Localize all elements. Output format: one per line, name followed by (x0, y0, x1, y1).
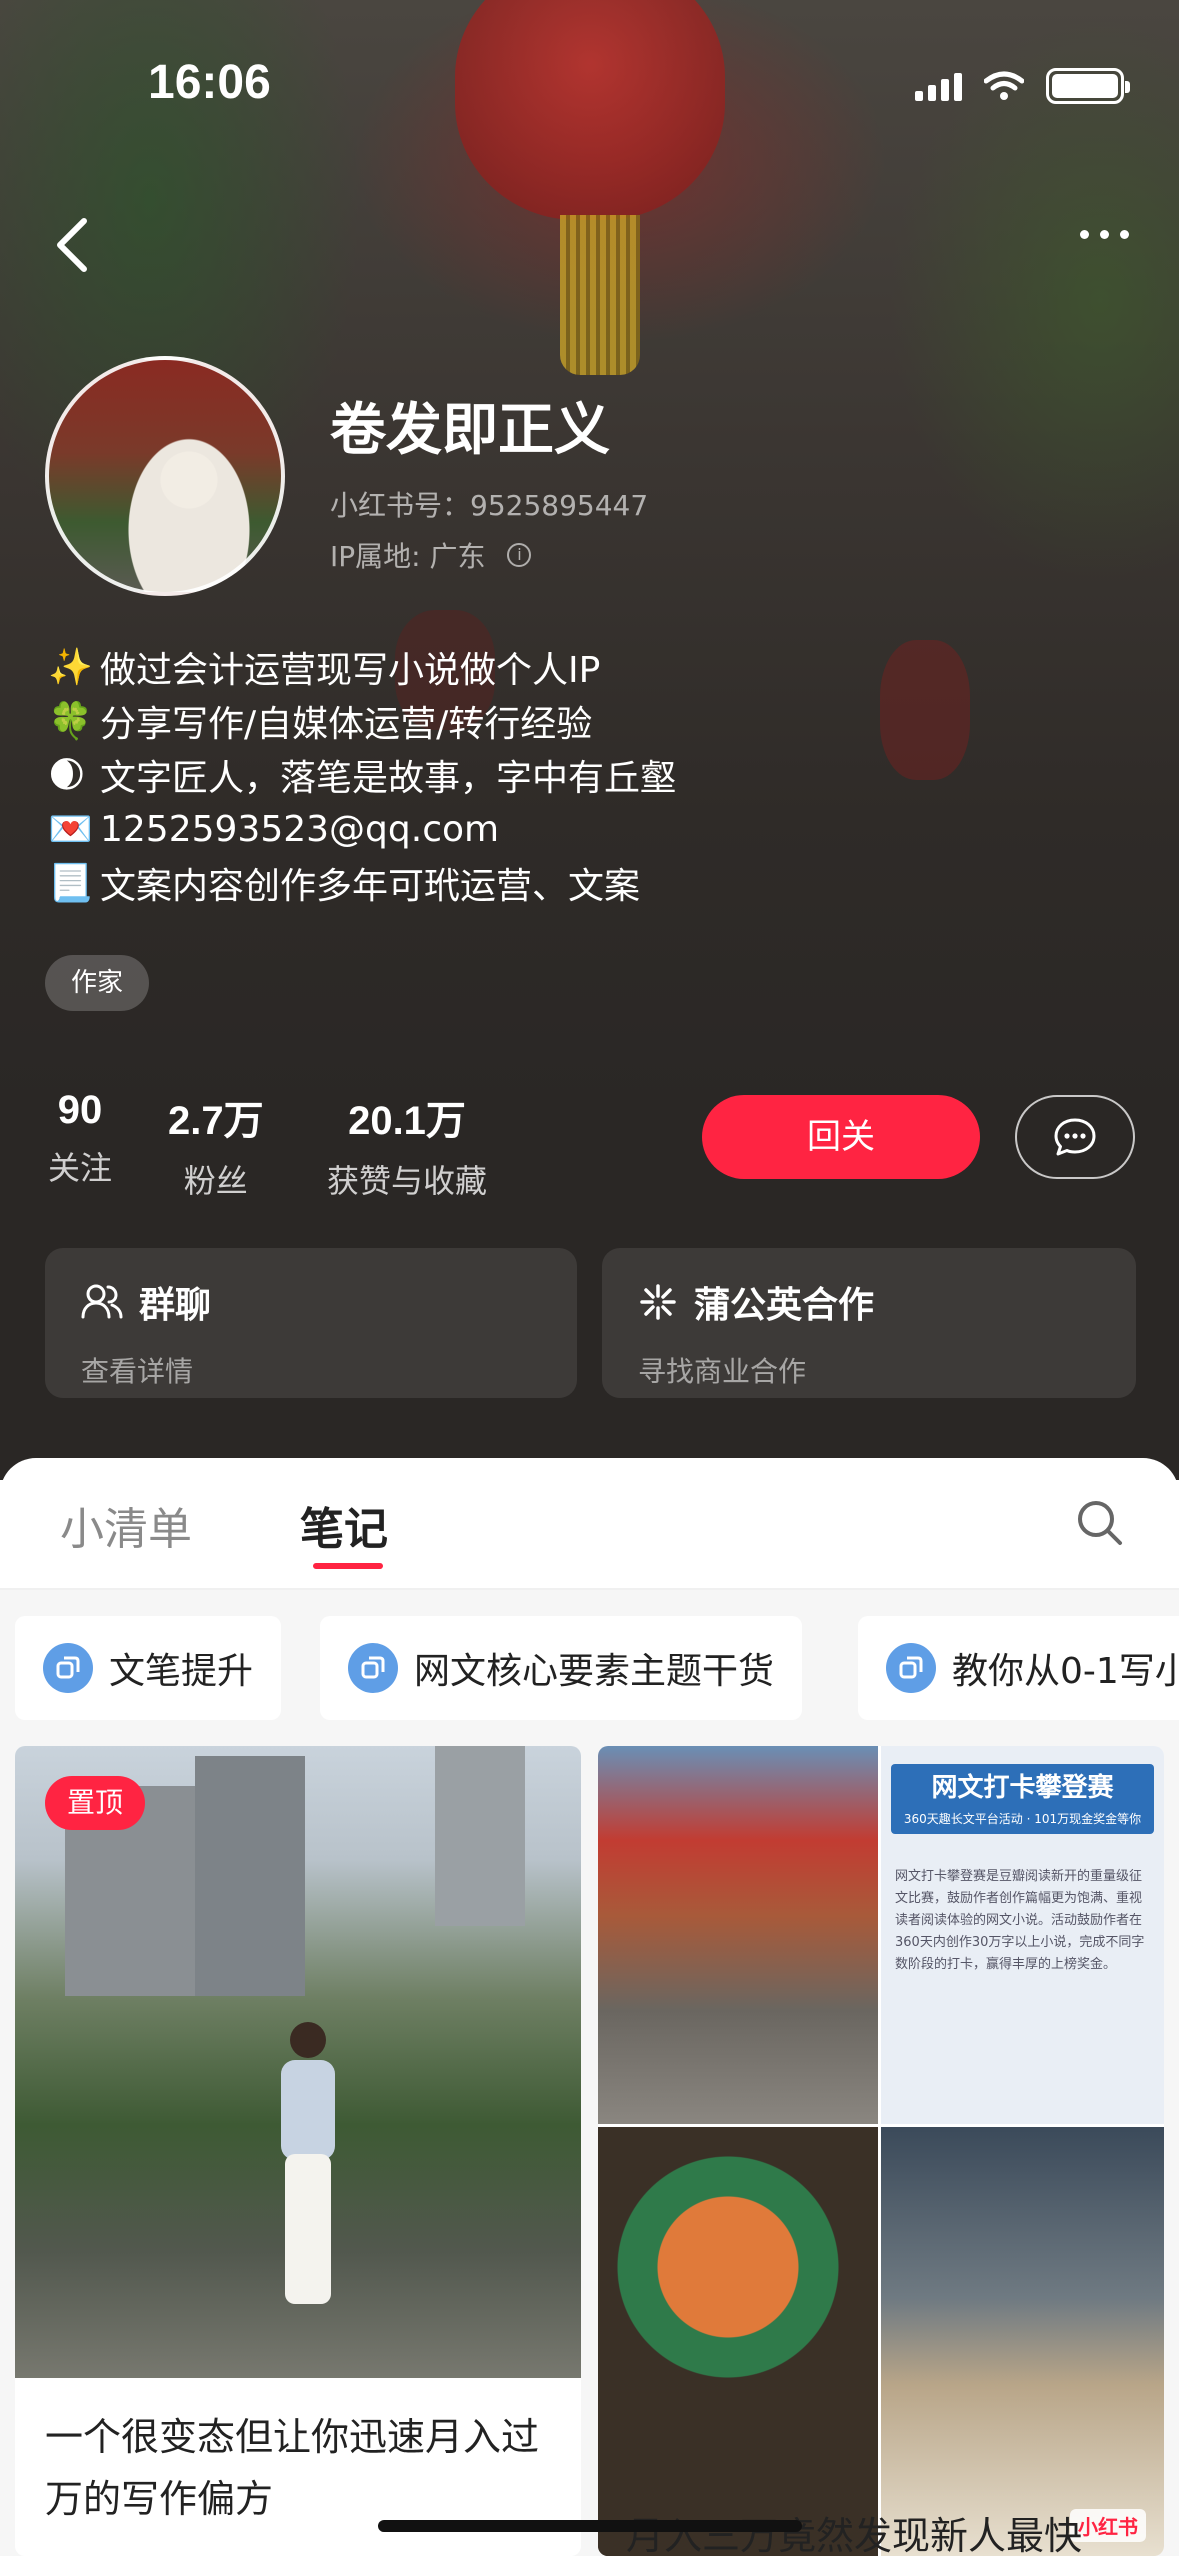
stat-number: 2.7万 (168, 1099, 264, 1143)
bio-email: 1252593523@qq.com (100, 808, 500, 850)
lantern-decoration-small (880, 640, 970, 780)
stat-number: 20.1万 (348, 1099, 466, 1143)
tab-notes[interactable]: 笔记 (300, 1493, 388, 1557)
event-banner-subtitle: 360天趣长文平台活动 · 101万现金奖金等你 (903, 1812, 1142, 1826)
status-icons (915, 68, 1130, 104)
ip-location: IP属地: 广东 i (330, 535, 532, 575)
love-letter-icon: 💌 (48, 809, 93, 850)
bio-line: 💌 1252593523@qq.com (48, 802, 676, 856)
card-subtitle: 寻找商业合作 (638, 1355, 807, 1388)
back-icon[interactable] (48, 215, 98, 275)
event-poster-image: 网文打卡攀登赛 360天趣长文平台活动 · 101万现金奖金等你 网文打卡攀登赛… (881, 1746, 1164, 2124)
event-banner-title: 网文打卡攀登赛 (931, 1773, 1114, 1803)
stat-label: 获赞与收藏 (327, 1162, 488, 1200)
bio: ✨ 做过会计运营现写小说做个人IP 🍀 分享写作/自媒体运营/转行经验 🌒 文字… (48, 640, 676, 910)
note-cover-image (598, 1746, 878, 2124)
event-banner: 网文打卡攀登赛 360天趣长文平台活动 · 101万现金奖金等你 (891, 1764, 1154, 1834)
bio-line: 🌒 文字匠人，落笔是故事，字中有丘壑 (48, 748, 676, 802)
stat-number: 90 (57, 1088, 103, 1132)
bio-text: 文案内容创作多年可玳运营、文案 (100, 866, 641, 907)
stat-label: 关注 (48, 1149, 113, 1187)
wifi-icon (984, 71, 1024, 100)
bio-text: 做过会计运营现写小说做个人IP (100, 650, 601, 691)
lantern-tassel-decoration (560, 215, 640, 375)
bio-text: 文字匠人，落笔是故事，字中有丘壑 (100, 758, 677, 799)
card-title: 群聊 (139, 1285, 212, 1326)
pinned-badge: 置顶 (45, 1776, 145, 1830)
pugongying-title: 蒲公英合作 (638, 1276, 1100, 1328)
ip-location-text: IP属地: 广东 (330, 540, 486, 573)
collection-icon (886, 1643, 936, 1693)
card-title: 蒲公英合作 (694, 1285, 875, 1326)
desk-image: 小红书 (881, 2127, 1164, 2556)
stat-followers[interactable]: 2.7万 粉丝 (168, 1088, 264, 1202)
follow-back-button[interactable]: 回关 (702, 1095, 980, 1179)
tab-list[interactable]: 小清单 (60, 1493, 192, 1557)
info-icon[interactable]: i (507, 543, 532, 567)
note-title: 一个很变态但让你迅速月入过万的写作偏方 (45, 2415, 540, 2521)
active-tab-indicator (313, 1563, 383, 1569)
chat-bubble-icon (1054, 1118, 1096, 1156)
collection-chip[interactable]: 文笔提升 (15, 1616, 282, 1720)
note-card[interactable]: 网文打卡攀登赛 360天趣长文平台活动 · 101万现金奖金等你 网文打卡攀登赛… (598, 1746, 1164, 2556)
stat-following[interactable]: 90 关注 (48, 1088, 112, 1189)
bio-line: 📃 文案内容创作多年可玳运营、文案 (48, 856, 676, 910)
group-chat-card[interactable]: 群聊 查看详情 (45, 1248, 577, 1398)
status-time: 16:06 (148, 56, 271, 109)
collection-chip[interactable]: 网文核心要素主题干货 (320, 1616, 803, 1720)
cellular-signal-icon (915, 71, 962, 101)
bio-line: 🍀 分享写作/自媒体运营/转行经验 (48, 694, 676, 748)
moon-icon: 🌒 (48, 754, 86, 796)
sparkles-icon: ✨ (48, 647, 93, 688)
battery-icon (1046, 68, 1130, 104)
food-image (598, 2127, 878, 2556)
bio-text: 分享写作/自媒体运营/转行经验 (100, 704, 593, 745)
collection-label: 网文核心要素主题干货 (414, 1651, 775, 1692)
event-description: 网文打卡攀登赛是豆瓣阅读新开的重量级征文比赛，鼓励作者创作篇幅更为饱满、重视读者… (895, 1869, 1145, 1972)
pugongying-card[interactable]: 蒲公英合作 寻找商业合作 (602, 1248, 1136, 1398)
collection-icon (348, 1643, 398, 1693)
person-figure (281, 2022, 335, 2304)
rednote-id: 小红书号：9525895447 (330, 489, 649, 522)
bio-line: ✨ 做过会计运营现写小说做个人IP (48, 640, 676, 694)
group-chat-title: 群聊 (81, 1276, 541, 1328)
home-indicator (378, 2520, 802, 2532)
pugongying-icon (640, 1284, 676, 1320)
more-options-icon[interactable] (1080, 230, 1129, 239)
group-chat-icon (81, 1284, 123, 1319)
nickname: 卷发即正义 (330, 398, 610, 463)
collections-row: 文笔提升 网文核心要素主题干货 教你从0-1写小 (0, 1590, 1179, 1750)
stat-likes-collections[interactable]: 20.1万 获赞与收藏 (327, 1088, 487, 1202)
message-button[interactable] (1015, 1095, 1135, 1179)
search-icon[interactable] (1075, 1498, 1125, 1548)
note-card[interactable]: 置顶 一个很变态但让你迅速月入过万的写作偏方 (15, 1746, 581, 2556)
lantern-decoration (455, 0, 725, 220)
scroll-icon: 📃 (48, 863, 93, 904)
card-subtitle: 查看详情 (81, 1355, 194, 1388)
profession-tag: 作家 (45, 955, 149, 1011)
collection-chip[interactable]: 教你从0-1写小 (858, 1616, 1179, 1720)
note-cover-image (15, 1746, 581, 2378)
avatar[interactable] (45, 356, 285, 596)
stat-label: 粉丝 (183, 1162, 248, 1200)
collection-icon (43, 1643, 93, 1693)
clover-icon: 🍀 (48, 701, 93, 742)
collection-label: 文笔提升 (109, 1651, 254, 1692)
collection-label: 教你从0-1写小 (952, 1651, 1179, 1692)
